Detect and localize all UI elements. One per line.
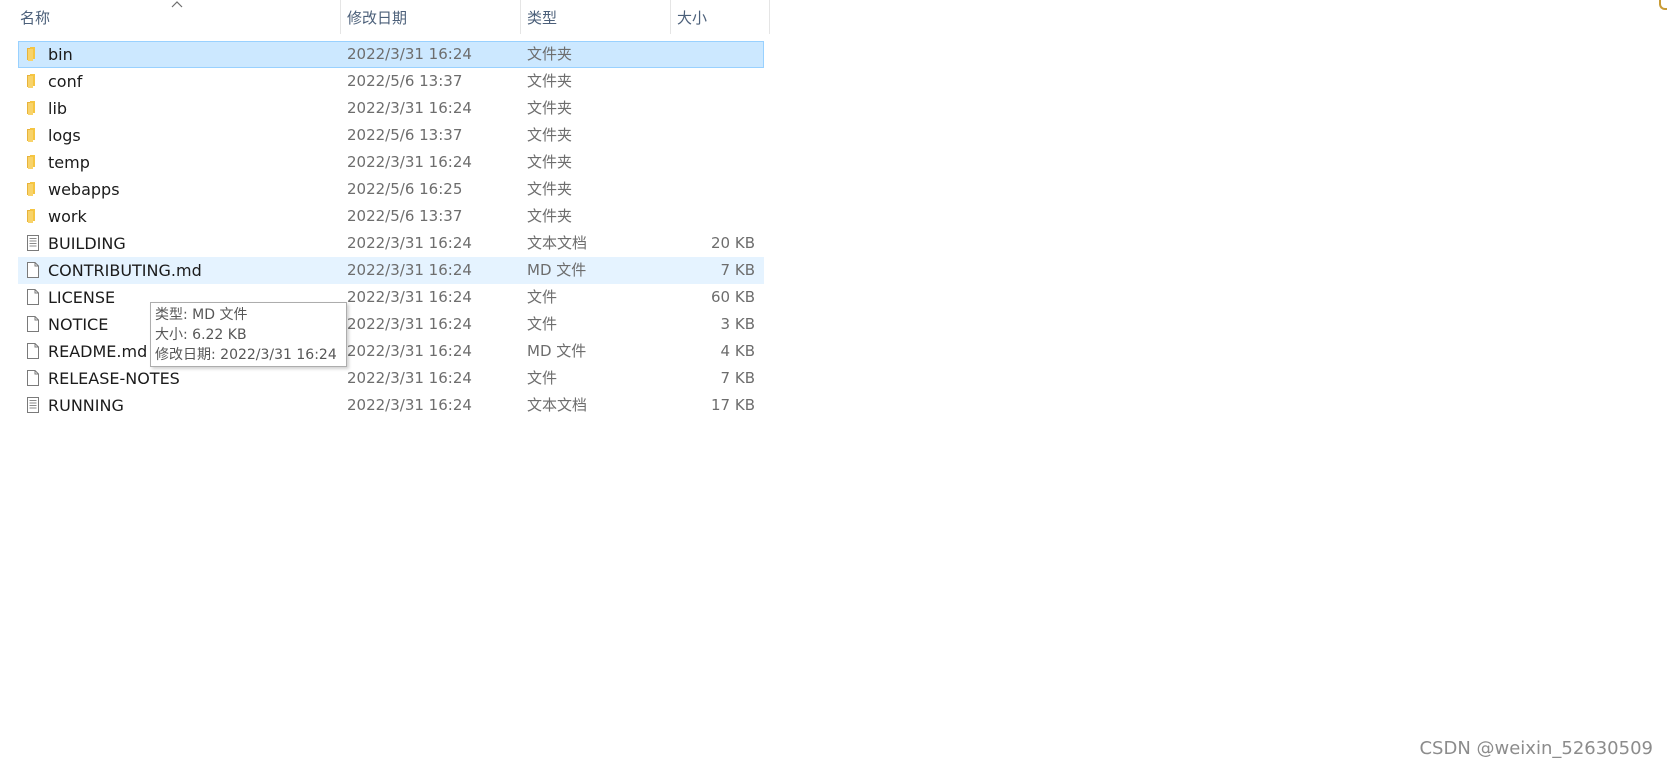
file-modified-date: 2022/3/31 16:24 [347, 99, 472, 117]
column-header-size-label: 大小 [677, 8, 708, 27]
file-type: 文件 [527, 315, 558, 333]
file-row[interactable]: CONTRIBUTING.md 2022/3/31 16:24 MD 文件 7 KB [18, 257, 764, 284]
file-name: webapps [48, 180, 120, 199]
file-type: 文件夹 [527, 180, 573, 198]
file-modified-date: 2022/5/6 16:25 [347, 180, 463, 198]
file-name: BUILDING [48, 234, 126, 253]
file-icon [27, 370, 39, 386]
file-name: temp [48, 153, 90, 172]
file-name: README.md [48, 342, 148, 361]
file-modified-date: 2022/3/31 16:24 [347, 153, 472, 171]
folder-row[interactable]: webapps 2022/5/6 16:25 文件夹 [18, 176, 764, 203]
column-header-bar: 名称 修改日期 类型 大小 [0, 0, 770, 34]
file-row[interactable]: RUNNING 2022/3/31 16:24 文本文档 17 KB [18, 392, 764, 419]
file-modified-date: 2022/3/31 16:24 [347, 396, 472, 414]
file-name: RUNNING [48, 396, 124, 415]
text-document-icon [27, 235, 39, 251]
column-header-type[interactable]: 类型 [520, 0, 670, 34]
tooltip-size: 大小: 6.22 KB [155, 327, 247, 343]
tooltip-type: 类型: MD 文件 [155, 307, 248, 323]
folder-row[interactable]: temp 2022/3/31 16:24 文件夹 [18, 149, 764, 176]
column-header-modified-label: 修改日期 [347, 8, 408, 27]
file-size: 20 KB [711, 234, 755, 252]
file-size: 3 KB [720, 315, 755, 333]
file-type: 文本文档 [527, 396, 588, 414]
file-type: MD 文件 [527, 342, 587, 360]
folder-row[interactable]: lib 2022/3/31 16:24 文件夹 [18, 95, 764, 122]
column-header-modified[interactable]: 修改日期 [340, 0, 520, 34]
file-size: 17 KB [711, 396, 755, 414]
file-modified-date: 2022/5/6 13:37 [347, 126, 463, 144]
file-row[interactable]: README.md 2022/3/31 16:24 MD 文件 4 KB [18, 338, 764, 365]
file-row[interactable]: BUILDING 2022/3/31 16:24 文本文档 20 KB [18, 230, 764, 257]
file-modified-date: 2022/3/31 16:24 [347, 45, 472, 63]
file-type: MD 文件 [527, 261, 587, 279]
folder-icon [27, 182, 35, 196]
file-name: RELEASE-NOTES [48, 369, 180, 388]
file-modified-date: 2022/5/6 13:37 [347, 207, 463, 225]
file-size: 7 KB [720, 369, 755, 387]
file-modified-date: 2022/3/31 16:24 [347, 234, 472, 252]
text-document-icon [27, 397, 39, 413]
file-type: 文本文档 [527, 234, 588, 252]
column-header-name-label: 名称 [20, 8, 51, 27]
file-name: NOTICE [48, 315, 109, 334]
file-row[interactable]: NOTICE 2022/3/31 16:24 文件 3 KB [18, 311, 764, 338]
file-row[interactable]: LICENSE 2022/3/31 16:24 文件 60 KB [18, 284, 764, 311]
file-name: logs [48, 126, 81, 145]
file-modified-date: 2022/3/31 16:24 [347, 369, 472, 387]
folder-icon [27, 101, 35, 115]
file-modified-date: 2022/3/31 16:24 [347, 261, 472, 279]
folder-row[interactable]: bin 2022/3/31 16:24 文件夹 [18, 41, 764, 68]
column-header-type-label: 类型 [527, 8, 558, 27]
file-icon [27, 289, 39, 305]
file-name: lib [48, 99, 68, 118]
folder-icon [27, 128, 35, 142]
file-explorer: 名称 修改日期 类型 大小 bin 2022/3/31 16:24 文件夹 conf 2… [0, 0, 1667, 765]
file-type: 文件夹 [527, 153, 573, 171]
file-modified-date: 2022/3/31 16:24 [347, 288, 472, 306]
file-type: 文件 [527, 369, 558, 387]
file-size: 7 KB [720, 261, 755, 279]
folder-row[interactable]: work 2022/5/6 13:37 文件夹 [18, 203, 764, 230]
file-type: 文件夹 [527, 72, 573, 90]
file-name: LICENSE [48, 288, 116, 307]
folder-icon [27, 155, 35, 169]
file-type: 文件夹 [527, 207, 573, 225]
file-icon [27, 316, 39, 332]
file-name: conf [48, 72, 83, 91]
column-header-name[interactable]: 名称 [14, 0, 340, 34]
file-row[interactable]: RELEASE-NOTES 2022/3/31 16:24 文件 7 KB [18, 365, 764, 392]
file-type: 文件夹 [527, 45, 573, 63]
folder-icon [27, 47, 35, 61]
folder-row[interactable]: conf 2022/5/6 13:37 文件夹 [18, 68, 764, 95]
file-list: bin 2022/3/31 16:24 文件夹 conf 2022/5/6 13:37 文… [18, 41, 764, 419]
folder-icon [27, 209, 35, 223]
file-type: 文件夹 [527, 126, 573, 144]
file-type: 文件夹 [527, 99, 573, 117]
folder-icon [27, 74, 35, 88]
tooltip-modified: 修改日期: 2022/3/31 16:24 [155, 347, 337, 363]
column-header-size[interactable]: 大小 [670, 0, 770, 34]
file-size: 4 KB [720, 342, 755, 360]
file-type: 文件 [527, 288, 558, 306]
file-info-tooltip: 类型: MD 文件 大小: 6.22 KB 修改日期: 2022/3/31 16… [150, 302, 347, 367]
file-modified-date: 2022/5/6 13:37 [347, 72, 463, 90]
file-modified-date: 2022/3/31 16:24 [347, 342, 472, 360]
file-name: CONTRIBUTING.md [48, 261, 202, 280]
file-icon [27, 343, 39, 359]
file-name: bin [48, 45, 73, 64]
file-size: 60 KB [711, 288, 755, 306]
file-name: work [48, 207, 87, 226]
file-modified-date: 2022/3/31 16:24 [347, 315, 472, 333]
folder-row[interactable]: logs 2022/5/6 13:37 文件夹 [18, 122, 764, 149]
edge-decoration [1659, 0, 1667, 10]
watermark: CSDN @weixin_52630509 [1419, 738, 1653, 759]
file-icon [27, 262, 39, 278]
